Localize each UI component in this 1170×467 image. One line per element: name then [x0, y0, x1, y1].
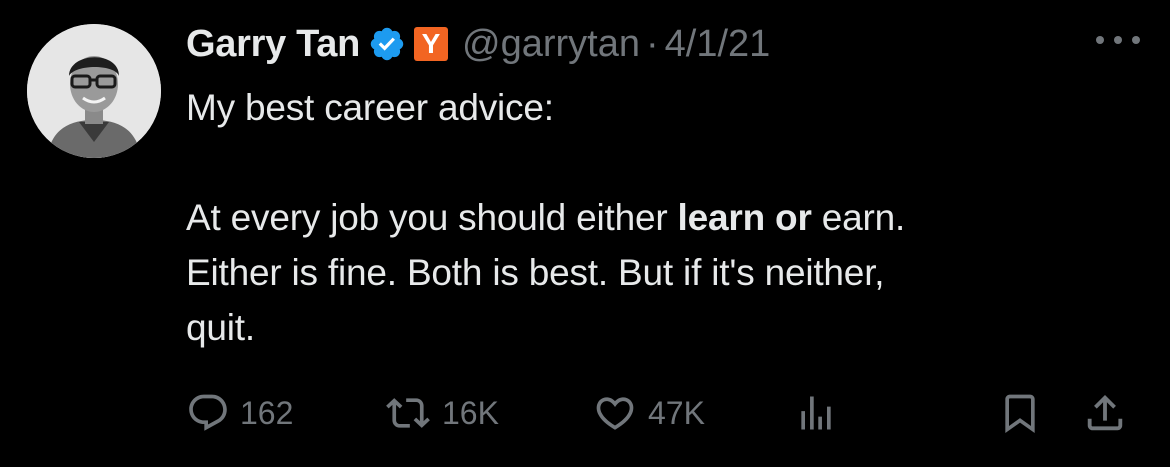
tweet-header: Garry Tan Y @garrytan · 4/1/21	[186, 18, 770, 70]
tweet-text: My best career advice: At every job you …	[186, 80, 1086, 355]
bookmark-icon	[1005, 394, 1035, 434]
tweet-line: Either is fine. Both is best. But if it'…	[186, 252, 885, 293]
tweet-text-segment: At every job you should either	[186, 197, 678, 238]
reply-icon	[189, 394, 227, 431]
tweet-text-segment: earn.	[811, 197, 906, 238]
retweet-count: 16K	[442, 394, 499, 431]
header-separator: ·	[645, 22, 659, 65]
retweet-button[interactable]: 16K	[384, 386, 499, 440]
reply-count: 162	[240, 394, 294, 431]
heart-icon	[596, 397, 634, 430]
avatar-image	[27, 24, 161, 158]
reply-button[interactable]: 162	[186, 386, 293, 440]
affiliate-badge[interactable]: Y	[414, 27, 448, 61]
author-handle[interactable]: @garrytan	[462, 23, 640, 66]
views-button[interactable]	[794, 386, 838, 440]
analytics-icon	[801, 396, 831, 430]
tweet-line: At every job you should either learn or …	[186, 190, 1086, 245]
tweet-actions: 162 16K 47K	[186, 386, 1146, 440]
more-icon[interactable]	[1096, 30, 1140, 50]
author-name[interactable]: Garry Tan	[186, 23, 360, 66]
tweet-date[interactable]: 4/1/21	[665, 23, 771, 66]
tweet-bold-text: learn or	[677, 197, 812, 238]
like-count: 47K	[648, 394, 705, 431]
tweet-line: quit.	[186, 307, 255, 348]
share-button[interactable]	[1082, 386, 1128, 440]
like-button[interactable]: 47K	[592, 386, 705, 440]
verified-badge-icon	[368, 25, 406, 63]
tweet-line: My best career advice:	[186, 87, 554, 128]
avatar[interactable]	[27, 24, 161, 158]
bookmark-button[interactable]	[998, 386, 1042, 440]
tweet-card[interactable]: Garry Tan Y @garrytan · 4/1/21 My best c…	[0, 0, 1170, 467]
retweet-icon	[386, 398, 430, 428]
share-icon	[1087, 394, 1123, 431]
